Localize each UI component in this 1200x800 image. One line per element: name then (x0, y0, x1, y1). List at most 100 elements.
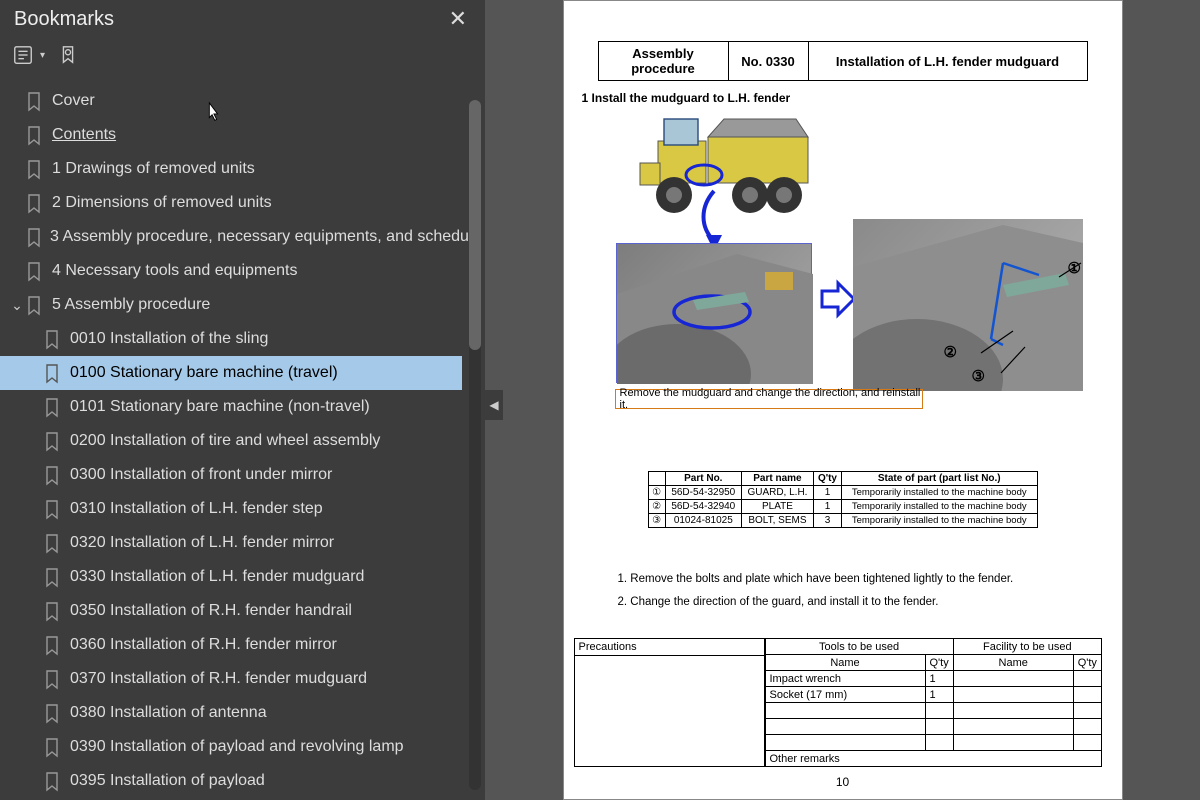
bookmark-icon (26, 126, 44, 144)
scrollbar-track[interactable] (469, 100, 481, 790)
detail-illustration-right (853, 219, 1083, 391)
bookmark-subitem[interactable]: 0330 Installation of L.H. fender mudguar… (0, 560, 462, 594)
table-row: Impact wrench1 (765, 671, 1101, 687)
bookmark-label: 0320 Installation of L.H. fender mirror (70, 534, 334, 552)
bookmark-label: 0350 Installation of R.H. fender handrai… (70, 602, 352, 620)
collapse-panel-handle[interactable]: ◀ (485, 390, 503, 420)
bookmark-icon (26, 296, 44, 314)
bookmark-label: 0010 Installation of the sling (70, 330, 268, 348)
detail-illustration-left (616, 243, 812, 383)
chevron-down-icon[interactable]: ⌄ (8, 297, 26, 314)
bookmark-subitem[interactable]: 0101 Stationary bare machine (non-travel… (0, 390, 462, 424)
header-col3: Installation of L.H. fender mudguard (808, 42, 1087, 81)
bookmarks-panel: Bookmarks ✕ ▾ Cover Contents 1 Drawings of… (0, 0, 485, 800)
bookmark-subitem[interactable]: 0200 Installation of tire and wheel asse… (0, 424, 462, 458)
bookmark-subitem[interactable]: 0370 Installation of R.H. fender mudguar… (0, 662, 462, 696)
bookmark-icon (44, 364, 62, 382)
bookmark-item[interactable]: Contents (0, 118, 462, 152)
bookmark-tree[interactable]: Cover Contents 1 Drawings of removed units… (0, 74, 485, 800)
bookmark-subitem[interactable]: 0320 Installation of L.H. fender mirror (0, 526, 462, 560)
bookmark-subitem[interactable]: 0395 Installation of payload (0, 764, 462, 798)
table-row (765, 735, 1101, 751)
page-header-table: Assembly procedure No. 0330 Installation… (598, 41, 1088, 81)
bookmark-subitem[interactable]: 0010 Installation of the sling (0, 322, 462, 356)
table-row: Socket (17 mm)1 (765, 687, 1101, 703)
bookmark-icon (44, 330, 62, 348)
callout-2: ② (944, 343, 957, 361)
scrollbar-thumb[interactable] (469, 100, 481, 350)
bookmark-label: 5 Assembly procedure (52, 296, 210, 314)
illustration-area: FWD ① ② ③ Remove the mudguard a (598, 111, 1088, 411)
bookmark-label: 0390 Installation of payload and revolvi… (70, 738, 404, 756)
bookmark-icon (44, 534, 62, 552)
bookmark-icon (44, 466, 62, 484)
instructions-list: 1. Remove the bolts and plate which have… (618, 568, 1122, 614)
bookmark-subitem[interactable]: 0310 Installation of L.H. fender step (0, 492, 462, 526)
bookmark-label: 3 Assembly procedure, necessary equipmen… (50, 228, 481, 246)
bookmark-subitem[interactable]: 0380 Installation of antenna (0, 696, 462, 730)
bookmark-label: 0380 Installation of antenna (70, 704, 267, 722)
document-viewport[interactable]: Assembly procedure No. 0330 Installation… (485, 0, 1200, 800)
bookmark-subitem[interactable]: 0300 Installation of front under mirror (0, 458, 462, 492)
bookmark-icon (26, 160, 44, 178)
dropdown-caret-icon[interactable]: ▾ (40, 50, 45, 61)
orange-note-box: Remove the mudguard and change the direc… (615, 389, 923, 409)
bookmark-label: 4 Necessary tools and equipments (52, 262, 297, 280)
bookmark-ribbon-icon[interactable] (55, 42, 81, 68)
arrow-right-icon (820, 279, 856, 319)
bookmark-label: 0101 Stationary bare machine (non-travel… (70, 398, 370, 416)
close-icon[interactable]: ✕ (445, 6, 471, 32)
bookmark-item[interactable]: 1 Drawings of removed units (0, 152, 462, 186)
step-heading: 1 Install the mudguard to L.H. fender (582, 91, 1122, 105)
bookmark-subitem[interactable]: 0350 Installation of R.H. fender handrai… (0, 594, 462, 628)
sidebar-title: Bookmarks (14, 8, 114, 31)
bookmark-item[interactable]: Cover (0, 84, 462, 118)
table-row: ①56D-54-32950GUARD, L.H.1Temporarily ins… (648, 486, 1037, 500)
table-row (765, 703, 1101, 719)
bookmark-icon (26, 194, 44, 212)
tools-facility-table: Tools to be used Facility to be used Nam… (765, 638, 1102, 767)
bookmark-label: 0370 Installation of R.H. fender mudguar… (70, 670, 367, 688)
bookmark-item[interactable]: ⌄ 5 Assembly procedure (0, 288, 462, 322)
bookmark-icon (44, 500, 62, 518)
callout-1: ① (1068, 259, 1081, 277)
header-col1: Assembly procedure (598, 42, 728, 81)
bookmark-subitem[interactable]: 0360 Installation of R.H. fender mirror (0, 628, 462, 662)
document-page: Assembly procedure No. 0330 Installation… (563, 0, 1123, 800)
bookmark-icon (26, 228, 42, 246)
bookmark-label: 0360 Installation of R.H. fender mirror (70, 636, 337, 654)
bookmark-label: Contents (52, 126, 116, 144)
bookmark-label: 2 Dimensions of removed units (52, 194, 272, 212)
bookmark-icon (44, 670, 62, 688)
bookmark-label: Cover (52, 92, 95, 110)
callout-3: ③ (972, 367, 985, 385)
bookmark-subitem[interactable]: 0100 Stationary bare machine (travel) (0, 356, 462, 390)
bookmark-label: 0395 Installation of payload (70, 772, 265, 790)
bookmark-label: 0300 Installation of front under mirror (70, 466, 332, 484)
sidebar-toolbar: ▾ (0, 36, 485, 74)
bookmark-item[interactable]: 3 Assembly procedure, necessary equipmen… (0, 220, 462, 254)
bookmark-icon (44, 738, 62, 756)
parts-table: Part No.Part nameQ'tyState of part (part… (648, 471, 1038, 528)
table-row: ②56D-54-32940PLATE1Temporarily installed… (648, 500, 1037, 514)
bookmark-item[interactable]: 2 Dimensions of removed units (0, 186, 462, 220)
sidebar-header: Bookmarks ✕ (0, 0, 485, 36)
bookmark-icon (44, 602, 62, 620)
page-number: 10 (564, 775, 1122, 789)
bookmark-label: 0330 Installation of L.H. fender mudguar… (70, 568, 364, 586)
bookmark-item[interactable]: 4 Necessary tools and equipments (0, 254, 462, 288)
bookmark-subitem[interactable]: 0390 Installation of payload and revolvi… (0, 730, 462, 764)
bookmark-label: 1 Drawings of removed units (52, 160, 255, 178)
bookmark-icon (44, 704, 62, 722)
bookmark-label: 0100 Stationary bare machine (travel) (70, 364, 338, 382)
header-col2: No. 0330 (728, 42, 808, 81)
bookmark-icon (44, 398, 62, 416)
precautions-table: Precautions (574, 638, 765, 767)
bookmark-icon (26, 262, 44, 280)
bookmark-icon (44, 636, 62, 654)
options-icon[interactable] (10, 42, 36, 68)
bookmark-label: 0200 Installation of tire and wheel asse… (70, 432, 380, 450)
bottom-tables: Precautions Tools to be used Facility to… (574, 638, 1112, 767)
table-row: ③01024-81025BOLT, SEMS3Temporarily insta… (648, 514, 1037, 528)
bookmark-icon (44, 772, 62, 790)
